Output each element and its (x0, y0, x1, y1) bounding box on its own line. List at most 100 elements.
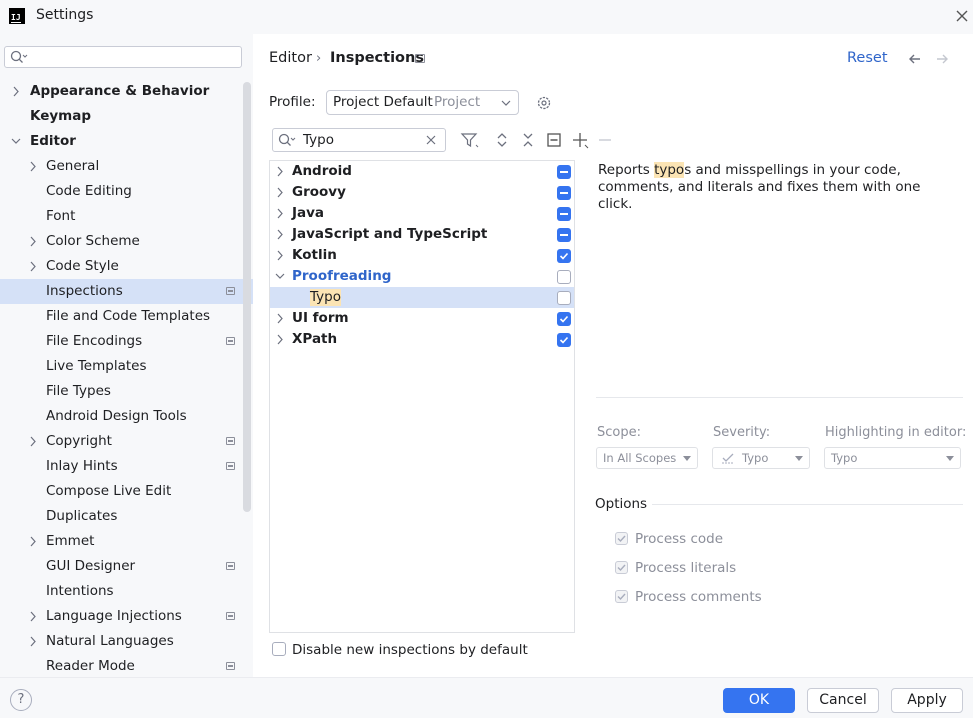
chevron-right-icon[interactable] (275, 203, 285, 224)
sidebar-item[interactable]: Copyright (0, 429, 253, 454)
profile-settings-gear-icon[interactable] (535, 94, 553, 116)
sidebar-item[interactable]: Language Injections (0, 604, 253, 629)
inspection-checkbox[interactable] (557, 249, 571, 263)
breadcrumb-editor[interactable]: Editor (269, 50, 312, 66)
chevron-right-icon[interactable] (275, 161, 285, 182)
filter-funnel-icon[interactable] (460, 131, 480, 153)
sidebar-item[interactable]: Font (0, 204, 253, 229)
clear-filter-icon[interactable] (426, 135, 436, 145)
help-icon[interactable]: ? (10, 689, 32, 711)
sidebar-item[interactable]: File and Code Templates (0, 304, 253, 329)
inspection-label: Android (292, 163, 352, 179)
sidebar-item[interactable]: Code Editing (0, 179, 253, 204)
sidebar-item[interactable]: Android Design Tools (0, 404, 253, 429)
disable-new-inspections-checkbox[interactable] (272, 642, 286, 656)
sidebar-item[interactable]: Duplicates (0, 504, 253, 529)
sidebar-item[interactable]: GUI Designer (0, 554, 253, 579)
profile-select[interactable]: Project Default Project (326, 90, 519, 115)
inspection-row[interactable]: JavaScript and TypeScript (270, 224, 574, 245)
scope-select[interactable]: In All Scopes (596, 447, 698, 469)
inspection-row[interactable]: Groovy (270, 182, 574, 203)
close-icon[interactable] (952, 6, 972, 26)
remove-icon[interactable] (597, 131, 613, 153)
chevron-right-icon[interactable] (27, 604, 39, 629)
sidebar-item[interactable]: Keymap (0, 104, 253, 129)
inspection-checkbox[interactable] (557, 270, 571, 284)
inspection-label: Kotlin (292, 247, 337, 263)
chevron-down-icon[interactable] (275, 266, 285, 287)
chevron-right-icon[interactable] (275, 329, 285, 350)
sidebar-item-label: Language Injections (46, 608, 182, 624)
severity-select[interactable]: Typo (712, 447, 810, 469)
option-checkbox[interactable] (615, 561, 628, 574)
inspection-checkbox[interactable] (557, 207, 571, 221)
inspection-checkbox[interactable] (557, 165, 571, 179)
settings-search-input[interactable] (4, 46, 242, 68)
inspection-row[interactable]: UI form (270, 308, 574, 329)
divider (652, 504, 963, 505)
sidebar-item[interactable]: Inspections (0, 279, 253, 304)
inspection-checkbox[interactable] (557, 333, 571, 347)
options-title: Options (595, 496, 648, 512)
inspection-label: Proofreading (292, 268, 392, 284)
expand-all-icon[interactable] (494, 131, 510, 153)
sidebar-item[interactable]: Live Templates (0, 354, 253, 379)
back-arrow-icon[interactable] (906, 50, 924, 72)
chevron-down-icon (501, 100, 511, 106)
chevron-right-icon[interactable] (10, 79, 22, 104)
inspection-checkbox[interactable] (557, 228, 571, 242)
breadcrumb-inspections: Inspections (330, 50, 424, 66)
inspection-row[interactable]: Kotlin (270, 245, 574, 266)
reset-link[interactable]: Reset (847, 50, 888, 66)
inspection-checkbox[interactable] (557, 186, 571, 200)
divider (596, 397, 963, 398)
sidebar-item[interactable]: File Types (0, 379, 253, 404)
sidebar-item[interactable]: Reader Mode (0, 654, 253, 679)
reset-to-default-icon[interactable] (546, 132, 562, 152)
sidebar-item[interactable]: Emmet (0, 529, 253, 554)
apply-button[interactable]: Apply (891, 688, 963, 713)
sidebar-item[interactable]: Natural Languages (0, 629, 253, 654)
scope-value: In All Scopes (603, 451, 677, 465)
chevron-right-icon[interactable] (27, 154, 39, 179)
sidebar-item[interactable]: Code Style (0, 254, 253, 279)
inspection-checkbox[interactable] (557, 312, 571, 326)
sidebar-item-label: Duplicates (46, 508, 118, 524)
inspection-row[interactable]: Android (270, 161, 574, 182)
sidebar-item[interactable]: Intentions (0, 579, 253, 604)
chevron-right-icon[interactable] (275, 224, 285, 245)
sidebar-item[interactable]: Color Scheme (0, 229, 253, 254)
chevron-right-icon[interactable] (275, 308, 285, 329)
chevron-right-icon[interactable] (27, 229, 39, 254)
sidebar-item[interactable]: Inlay Hints (0, 454, 253, 479)
sidebar-item[interactable]: File Encodings (0, 329, 253, 354)
inspection-filter-input[interactable]: Typo (272, 128, 446, 152)
chevron-down-icon[interactable] (10, 129, 22, 154)
inspection-row[interactable]: XPath (270, 329, 574, 350)
inspection-checkbox[interactable] (557, 291, 571, 305)
chevron-right-icon[interactable] (275, 182, 285, 203)
add-icon[interactable] (571, 131, 589, 153)
chevron-right-icon[interactable] (27, 254, 39, 279)
cancel-button[interactable]: Cancel (807, 688, 879, 713)
sidebar-item[interactable]: Compose Live Edit (0, 479, 253, 504)
highlighting-select[interactable]: Typo (824, 447, 961, 469)
sidebar-item-label: Editor (30, 133, 76, 149)
forward-arrow-icon[interactable] (933, 50, 951, 72)
option-checkbox[interactable] (615, 532, 628, 545)
chevron-right-icon[interactable] (275, 245, 285, 266)
sidebar-item-label: Android Design Tools (46, 408, 187, 424)
chevron-right-icon[interactable] (27, 429, 39, 454)
sidebar-scrollbar[interactable] (243, 82, 251, 512)
sidebar-item[interactable]: Editor (0, 129, 253, 154)
chevron-right-icon[interactable] (27, 629, 39, 654)
inspection-row[interactable]: Typo (270, 287, 574, 308)
sidebar-item[interactable]: General (0, 154, 253, 179)
collapse-all-icon[interactable] (520, 131, 536, 153)
chevron-right-icon[interactable] (27, 529, 39, 554)
inspection-row[interactable]: Proofreading (270, 266, 574, 287)
sidebar-item[interactable]: Appearance & Behavior (0, 79, 253, 104)
option-checkbox[interactable] (615, 590, 628, 603)
ok-button[interactable]: OK (723, 688, 795, 713)
inspection-row[interactable]: Java (270, 203, 574, 224)
